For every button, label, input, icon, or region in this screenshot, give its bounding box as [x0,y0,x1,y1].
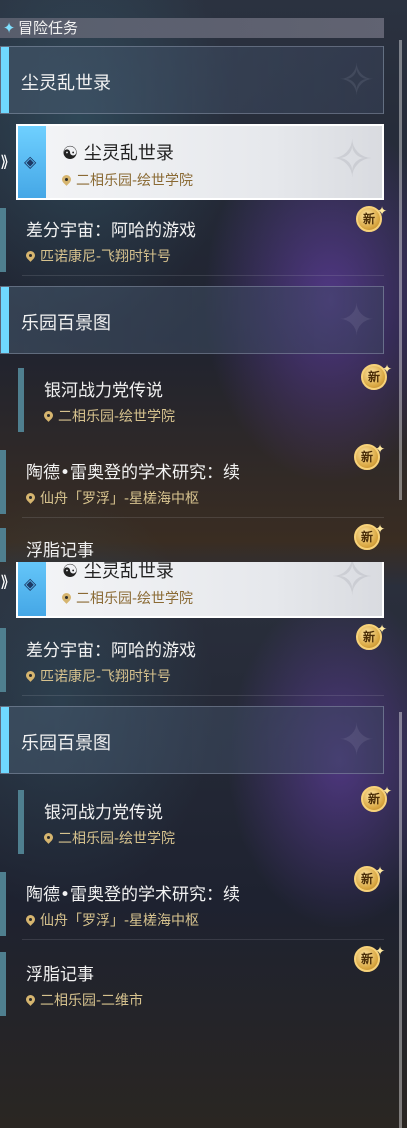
divider [22,695,384,696]
quest-title: 浮脂记事 [26,965,94,985]
scrollbar[interactable] [399,40,402,500]
quest-location: 二相乐园-绘世学院 [76,591,194,607]
category-paradise[interactable]: 乐园百景图 ✦ [0,706,384,774]
quest-item-tao[interactable]: 陶德•雷奥登的学术研究：续 仙舟「罗浮」-星槎海中枢 [0,868,384,940]
diamond-icon: ✦ [2,19,16,37]
quest-location: 二相乐园-绘世学院 [58,831,176,847]
sparkle-icon: ✦ [381,362,392,376]
quest-emblem-icon: ✧ [330,562,374,608]
quest-item-diff-universe[interactable]: 差分宇宙：阿哈的游戏 匹诺康尼-飞翔时针号 [0,204,384,276]
quest-item-selected[interactable]: ◈ ☯ 尘灵乱世录 二相乐园-绘世学院 ✧ [16,124,384,200]
sparkle-icon: ✦ [381,784,392,798]
category-chenling[interactable]: 尘灵乱世录 ✧ [0,46,384,114]
divider [22,275,384,276]
quest-location: 仙舟「罗浮」-星槎海中枢 [40,913,200,929]
quest-title: 浮脂记事 [26,541,94,561]
selection-pointer-icon: ⟫ [0,572,9,591]
category-title: 乐园百景图 [21,313,111,334]
location-pin-icon [26,493,35,504]
sparkle-icon: ✦ [376,622,387,636]
quest-title: 陶德•雷奥登的学术研究：续 [26,885,241,905]
quest-title: 尘灵乱世录 [83,143,174,164]
sparkle-icon: ✦ [374,864,385,878]
quest-panel-top: ✦ 冒险任务 尘灵乱世录 ✧ ⟫ ◈ ☯ 尘灵乱世录 二相乐园-绘世学院 ✧ 差分… [0,0,407,562]
new-badge: 新 ✦ [354,864,385,892]
category-accent-bar [1,47,9,113]
new-badge: 新 ✦ [361,784,392,812]
quest-item-diff-universe[interactable]: 差分宇宙：阿哈的游戏 匹诺康尼-飞翔时针号 [0,624,384,696]
location-pin-icon [26,251,35,262]
selection-pointer-icon: ⟫ [0,152,9,171]
quest-location: 二相乐园-绘世学院 [58,409,176,425]
sparkle-icon: ✦ [374,522,385,536]
location-pin-icon [26,915,35,926]
category-emblem-icon: ✧ [338,55,375,106]
quest-title: 差分宇宙：阿哈的游戏 [26,221,196,241]
quest-item-galaxy[interactable]: 银河战力党传说 二相乐园-绘世学院 [18,364,384,436]
quest-location: 仙舟「罗浮」-星槎海中枢 [40,491,200,507]
sparkle-icon: ✦ [376,204,387,218]
sparkle-icon: ✦ [374,944,385,958]
selected-strip: ◈ [18,562,46,616]
location-pin-icon [62,593,71,604]
category-emblem-icon: ✦ [338,715,375,766]
divider [22,517,384,518]
quest-type-icon: ☯ [62,143,79,164]
quest-title: 差分宇宙：阿哈的游戏 [26,641,196,661]
new-badge: 新 ✦ [356,622,387,650]
new-badge: 新 ✦ [361,362,392,390]
selected-strip: ◈ [18,126,46,198]
new-badge: 新 ✦ [354,522,385,550]
location-pin-icon [26,671,35,682]
quest-emblem-icon: ✧ [330,130,374,190]
category-paradise[interactable]: 乐园百景图 ✦ [0,286,384,354]
quest-item-galaxy[interactable]: 银河战力党传说 二相乐园-绘世学院 [18,786,384,858]
section-title: 冒险任务 [18,19,79,37]
quest-item-selected[interactable]: ◈ ☯ 尘灵乱世录 二相乐园-绘世学院 ✧ [16,562,384,618]
location-pin-icon [44,833,53,844]
quest-location: 二相乐园-二维市 [40,993,144,1009]
quest-item-fuzhi[interactable]: 浮脂记事 二相乐园-二维市 [0,948,384,1020]
quest-location: 匹诺康尼-飞翔时针号 [40,669,172,685]
quest-panel-bottom: ⟫ ◈ ☯ 尘灵乱世录 二相乐园-绘世学院 ✧ 差分宇宙：阿哈的游戏 匹诺康尼-… [0,562,407,1128]
quest-title: 尘灵乱世录 [83,562,174,582]
quest-title: 陶德•雷奥登的学术研究：续 [26,463,241,483]
location-pin-icon [62,175,71,186]
section-header: ✦ 冒险任务 [0,18,384,38]
divider [22,939,384,940]
quest-location: 匹诺康尼-飞翔时针号 [40,249,172,265]
new-badge: 新 ✦ [354,944,385,972]
category-title: 乐园百景图 [21,733,111,754]
sparkle-icon: ✦ [374,442,385,456]
quest-title: 银河战力党传说 [44,803,163,823]
category-accent-bar [1,287,9,353]
quest-title: 银河战力党传说 [44,381,163,401]
quest-type-icon: ☯ [62,562,79,582]
location-pin-icon [26,995,35,1006]
category-accent-bar [1,707,9,773]
location-pin-icon [44,411,53,422]
quest-item-tao[interactable]: 陶德•雷奥登的学术研究：续 仙舟「罗浮」-星槎海中枢 [0,446,384,518]
diamond-icon: ◈ [24,574,37,593]
category-emblem-icon: ✦ [338,295,375,346]
quest-item-fuzhi[interactable]: 浮脂记事 [0,524,384,562]
quest-location: 二相乐园-绘世学院 [76,173,194,189]
scrollbar[interactable] [399,712,402,1128]
new-badge: 新 ✦ [354,442,385,470]
new-badge: 新 ✦ [356,204,387,232]
category-title: 尘灵乱世录 [21,73,111,94]
diamond-icon: ◈ [24,152,37,171]
